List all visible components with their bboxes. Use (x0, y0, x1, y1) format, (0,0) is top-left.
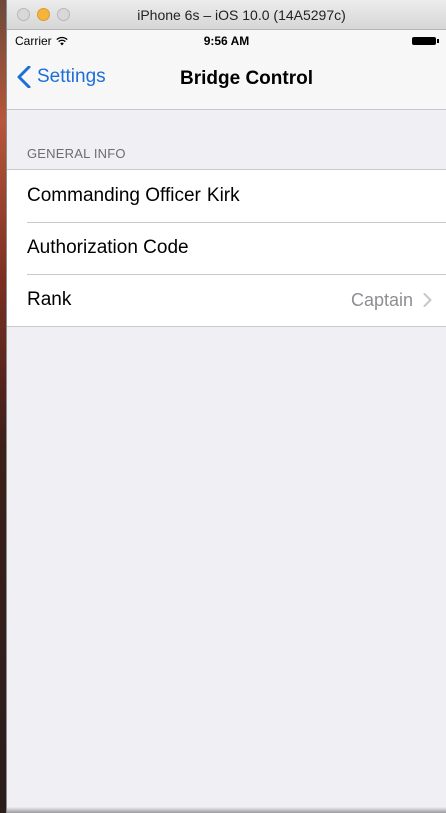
settings-table: Commanding Officer Kirk Authorization Co… (7, 169, 446, 327)
section-header: GENERAL INFO (27, 146, 126, 161)
empty-content-area (7, 327, 446, 787)
simulator-window: iPhone 6s – iOS 10.0 (14A5297c) Carrier … (6, 0, 446, 813)
rank-row[interactable]: Rank Captain (7, 274, 446, 326)
commanding-officer-row[interactable]: Commanding Officer Kirk (7, 170, 446, 222)
window-title: iPhone 6s – iOS 10.0 (14A5297c) (137, 7, 346, 23)
window-titlebar[interactable]: iPhone 6s – iOS 10.0 (14A5297c) (7, 0, 446, 30)
commanding-officer-label: Commanding Officer (27, 185, 201, 206)
status-time: 9:56 AM (203, 34, 250, 48)
navigation-bar: Settings Bridge Control (7, 52, 446, 110)
battery-icon (412, 37, 439, 45)
ios-status-bar: Carrier 9:56 AM (7, 30, 446, 52)
authorization-code-label: Authorization Code (27, 237, 189, 258)
page-title: Bridge Control (180, 68, 313, 89)
window-bottom-edge (7, 807, 446, 813)
rank-value: Captain (350, 289, 413, 310)
chevron-right-icon (423, 293, 432, 307)
rank-label: Rank (27, 289, 72, 310)
commanding-officer-field[interactable]: Kirk (207, 185, 240, 207)
authorization-code-row[interactable]: Authorization Code (7, 222, 446, 274)
